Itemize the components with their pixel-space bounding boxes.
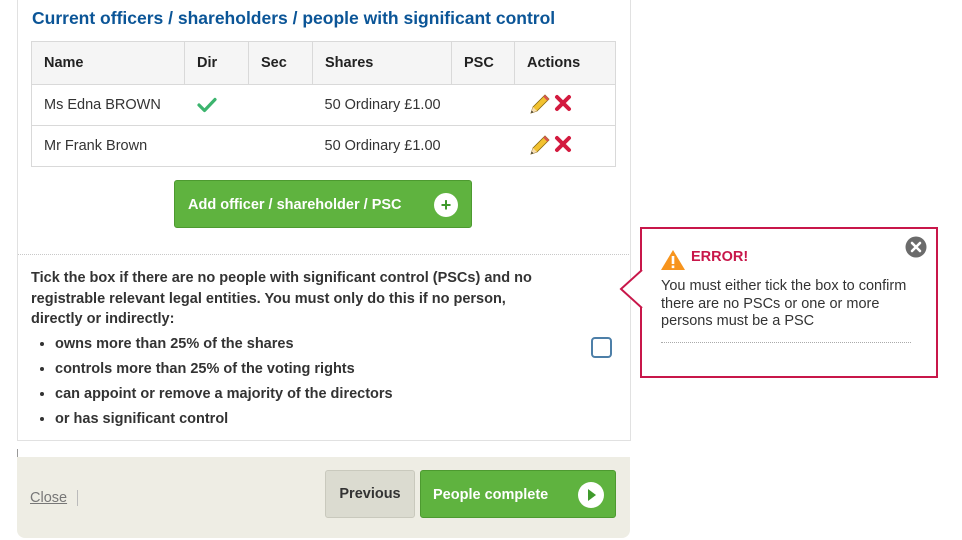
delete-x-icon[interactable] (553, 134, 575, 158)
shares-cell: 50 Ordinary £1.00 (312, 84, 452, 126)
psc-criteria-list: owns more than 25% of the shares control… (31, 332, 551, 432)
actions-cell (514, 84, 616, 126)
error-pointer (619, 270, 643, 309)
column-header-dir: Dir (184, 41, 249, 85)
list-item: controls more than 25% of the voting rig… (55, 357, 551, 382)
delete-x-icon[interactable] (553, 93, 575, 117)
error-message: You must either tick the box to confirm … (661, 278, 907, 329)
secretary-cell (248, 125, 313, 167)
divider-tick (17, 449, 20, 457)
table-row: Ms Edna BROWN 50 Ordinary £1.00 (31, 84, 616, 126)
add-officer-button[interactable]: Add officer / shareholder / PSC + (174, 180, 472, 228)
column-header-sec: Sec (248, 41, 313, 85)
error-divider (661, 342, 911, 343)
officer-name: Ms Edna BROWN (31, 84, 185, 126)
close-link[interactable]: Close (30, 490, 67, 506)
actions-cell (514, 125, 616, 167)
director-cell (184, 84, 249, 126)
close-icon[interactable] (905, 236, 927, 258)
officer-name: Mr Frank Brown (31, 125, 185, 167)
people-complete-button[interactable]: People complete (420, 470, 616, 518)
no-psc-checkbox[interactable] (591, 337, 612, 358)
table-header-row: Name Dir Sec Shares PSC Actions (31, 41, 616, 85)
edit-pencil-icon[interactable] (527, 93, 550, 117)
add-officer-label: Add officer / shareholder / PSC (188, 197, 402, 213)
list-item: owns more than 25% of the shares (55, 332, 551, 357)
check-icon (196, 97, 217, 113)
column-header-actions: Actions (514, 41, 616, 85)
error-title: ERROR! (691, 249, 749, 265)
warning-icon (661, 250, 685, 270)
psc-cell (451, 125, 515, 167)
section-divider (18, 254, 629, 255)
edit-pencil-icon[interactable] (527, 134, 550, 158)
column-header-psc: PSC (451, 41, 515, 85)
arrow-right-icon (578, 482, 604, 508)
list-item: or has significant control (55, 407, 551, 432)
psc-intro: Tick the box if there are no people with… (31, 270, 532, 327)
psc-instructions: Tick the box if there are no people with… (31, 268, 551, 432)
secretary-cell (248, 84, 313, 126)
column-header-name: Name (31, 41, 185, 85)
previous-button[interactable]: Previous (325, 470, 415, 518)
list-item: can appoint or remove a majority of the … (55, 382, 551, 407)
officers-table: Name Dir Sec Shares PSC Actions Ms Edna … (31, 41, 616, 167)
psc-cell (451, 84, 515, 126)
table-row: Mr Frank Brown 50 Ordinary £1.00 (31, 125, 616, 167)
column-header-shares: Shares (312, 41, 452, 85)
people-complete-label: People complete (433, 487, 549, 503)
director-cell (184, 125, 249, 167)
plus-icon: + (434, 193, 458, 217)
shares-cell: 50 Ordinary £1.00 (312, 125, 452, 167)
section-title: Current officers / shareholders / people… (32, 8, 556, 28)
link-separator (77, 490, 79, 506)
